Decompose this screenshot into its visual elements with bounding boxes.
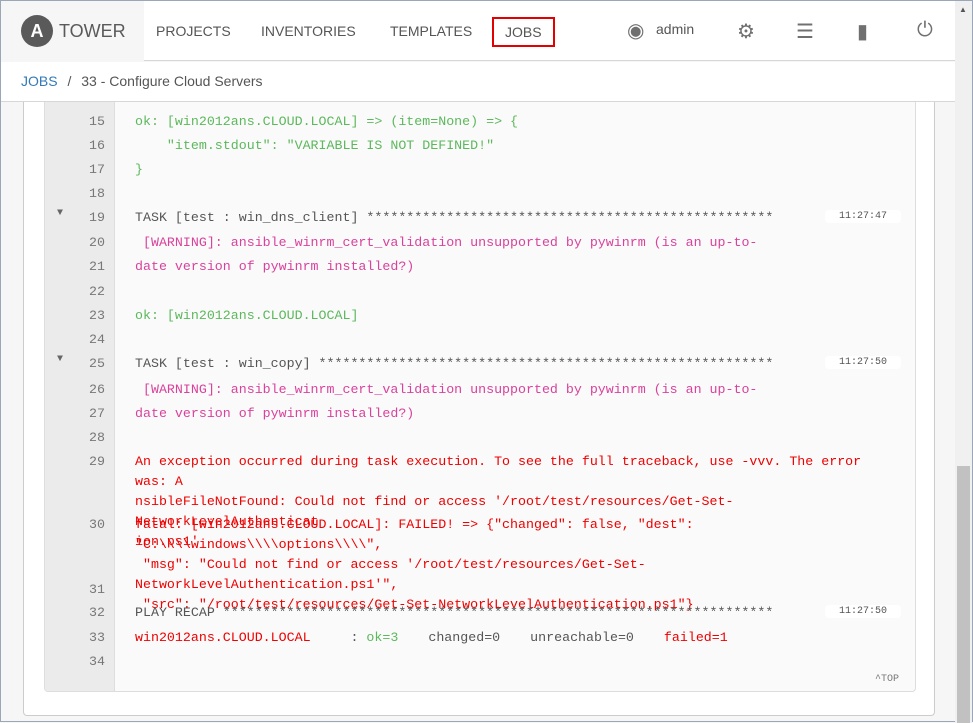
log-line: 34 <box>45 652 915 672</box>
log-line: 20 [WARNING]: ansible_winrm_cert_validat… <box>45 233 915 253</box>
log-line: 33 win2012ans.CLOUD.LOCAL : ok=3 changed=0… <box>45 628 915 648</box>
recap-sep: : <box>310 630 367 645</box>
log-line: 24 <box>45 330 915 350</box>
log-text <box>115 282 895 302</box>
server-icon[interactable]: ☰ <box>796 19 814 44</box>
job-output-panel: ^TOP 15 ok: [win2012ans.CLOUD.LOCAL] => (… <box>23 102 935 716</box>
log-text: date version of pywinrm installed?) <box>135 259 415 274</box>
nav-templates[interactable]: TEMPLATES <box>390 23 472 39</box>
line-number: 25 <box>89 356 105 371</box>
scrollbar-thumb[interactable] <box>957 466 970 723</box>
log-text: } <box>135 162 143 177</box>
timestamp-badge: 11:27:50 <box>824 605 901 618</box>
recap-ok: ok=3 <box>366 630 399 645</box>
user-name[interactable]: admin <box>656 21 694 37</box>
breadcrumb-jobs[interactable]: JOBS <box>21 73 58 89</box>
recap-host: win2012ans.CLOUD.LOCAL <box>135 630 311 645</box>
log-line: 25 ▼ TASK [test : win_copy] **************… <box>45 354 915 374</box>
line-number: 20 <box>89 235 105 250</box>
log-text: [WARNING]: ansible_winrm_cert_validation… <box>135 235 758 250</box>
line-number: 21 <box>89 259 105 274</box>
breadcrumb: JOBS / 33 - Configure Cloud Servers <box>1 62 956 102</box>
log-line: 30 fatal: [win2012ans.CLOUD.LOCAL]: FAILE… <box>45 515 915 615</box>
scroll-to-top-link[interactable]: ^TOP <box>875 674 899 685</box>
book-icon[interactable]: ▮ <box>857 19 868 44</box>
line-number: 15 <box>89 114 105 129</box>
log-line: 31 <box>45 580 915 600</box>
line-number: 26 <box>89 382 105 397</box>
line-number: 34 <box>89 654 105 669</box>
log-text <box>115 652 895 672</box>
log-text <box>115 184 895 204</box>
line-number: 33 <box>89 630 105 645</box>
line-number: 16 <box>89 138 105 153</box>
recap-changed: changed=0 <box>428 630 501 645</box>
ansible-logo-icon: A <box>21 15 53 47</box>
collapse-toggle-icon[interactable]: ▼ <box>57 354 63 365</box>
log-text: fatal: [win2012ans.CLOUD.LOCAL]: FAILED!… <box>135 517 694 612</box>
log-text: ok: [win2012ans.CLOUD.LOCAL] => (item=No… <box>135 114 519 129</box>
line-number: 27 <box>89 406 105 421</box>
log-text: TASK [test : win_copy] *****************… <box>135 356 774 371</box>
scroll-up-icon[interactable]: ▲ <box>959 5 967 14</box>
breadcrumb-current: 33 - Configure Cloud Servers <box>81 73 263 89</box>
log-line: 16 "item.stdout": "VARIABLE IS NOT DEFIN… <box>45 136 915 156</box>
user-icon[interactable]: ◉ <box>627 18 644 43</box>
top-navbar: A TOWER PROJECTS INVENTORIES TEMPLATES J… <box>1 1 956 61</box>
log-line: 26 [WARNING]: ansible_winrm_cert_validat… <box>45 380 915 400</box>
log-line: 32 PLAY RECAP ***************************… <box>45 603 915 623</box>
log-text: "item.stdout": "VARIABLE IS NOT DEFINED!… <box>135 138 495 153</box>
nav-projects[interactable]: PROJECTS <box>156 23 231 39</box>
play-recap-line: win2012ans.CLOUD.LOCAL : ok=3 changed=0 un… <box>115 628 895 648</box>
log-text: TASK [test : win_dns_client] ***********… <box>135 210 774 225</box>
nav-inventories[interactable]: INVENTORIES <box>261 23 356 39</box>
recap-failed: failed=1 <box>663 630 728 645</box>
line-number: 31 <box>89 582 105 597</box>
line-number: 22 <box>89 284 105 299</box>
line-number: 19 <box>89 210 105 225</box>
log-line: 19 ▼ TASK [test : win_dns_client] ********… <box>45 208 915 228</box>
log-line: 21 date version of pywinrm installed?) <box>45 257 915 277</box>
log-line: 17} <box>45 160 915 180</box>
line-number: 24 <box>89 332 105 347</box>
brand-name: TOWER <box>59 20 126 41</box>
log-text: ok: [win2012ans.CLOUD.LOCAL] <box>135 308 359 323</box>
stdout-log: ^TOP 15 ok: [win2012ans.CLOUD.LOCAL] => (… <box>44 102 916 692</box>
log-text: PLAY RECAP *****************************… <box>135 605 774 620</box>
brand[interactable]: A TOWER <box>1 1 144 61</box>
log-line: 18 <box>45 184 915 204</box>
page-scrollbar[interactable]: ▲ <box>955 1 972 723</box>
line-number: 32 <box>89 605 105 620</box>
timestamp-badge: 11:27:47 <box>824 210 901 223</box>
log-text <box>115 580 895 600</box>
line-number: 17 <box>89 162 105 177</box>
log-text <box>115 330 895 350</box>
log-line: 27 date version of pywinrm installed?) <box>45 404 915 424</box>
log-text <box>115 428 895 448</box>
line-number: 28 <box>89 430 105 445</box>
log-text: date version of pywinrm installed?) <box>135 406 415 421</box>
log-line: 22 <box>45 282 915 302</box>
breadcrumb-separator: / <box>67 73 72 89</box>
nav-jobs[interactable]: JOBS <box>492 17 555 47</box>
collapse-toggle-icon[interactable]: ▼ <box>57 208 63 219</box>
log-line: 28 <box>45 428 915 448</box>
line-number: 23 <box>89 308 105 323</box>
line-number: 30 <box>89 517 105 532</box>
log-text: [WARNING]: ansible_winrm_cert_validation… <box>135 382 758 397</box>
recap-unreachable: unreachable=0 <box>530 630 634 645</box>
power-icon[interactable]: ⏻ <box>917 19 933 42</box>
timestamp-badge: 11:27:50 <box>824 356 901 369</box>
line-number: 18 <box>89 186 105 201</box>
gear-icon[interactable]: ⚙ <box>737 19 755 44</box>
log-line: 15 ok: [win2012ans.CLOUD.LOCAL] => (item=… <box>45 112 915 132</box>
log-line: 23 ok: [win2012ans.CLOUD.LOCAL] <box>45 306 915 326</box>
